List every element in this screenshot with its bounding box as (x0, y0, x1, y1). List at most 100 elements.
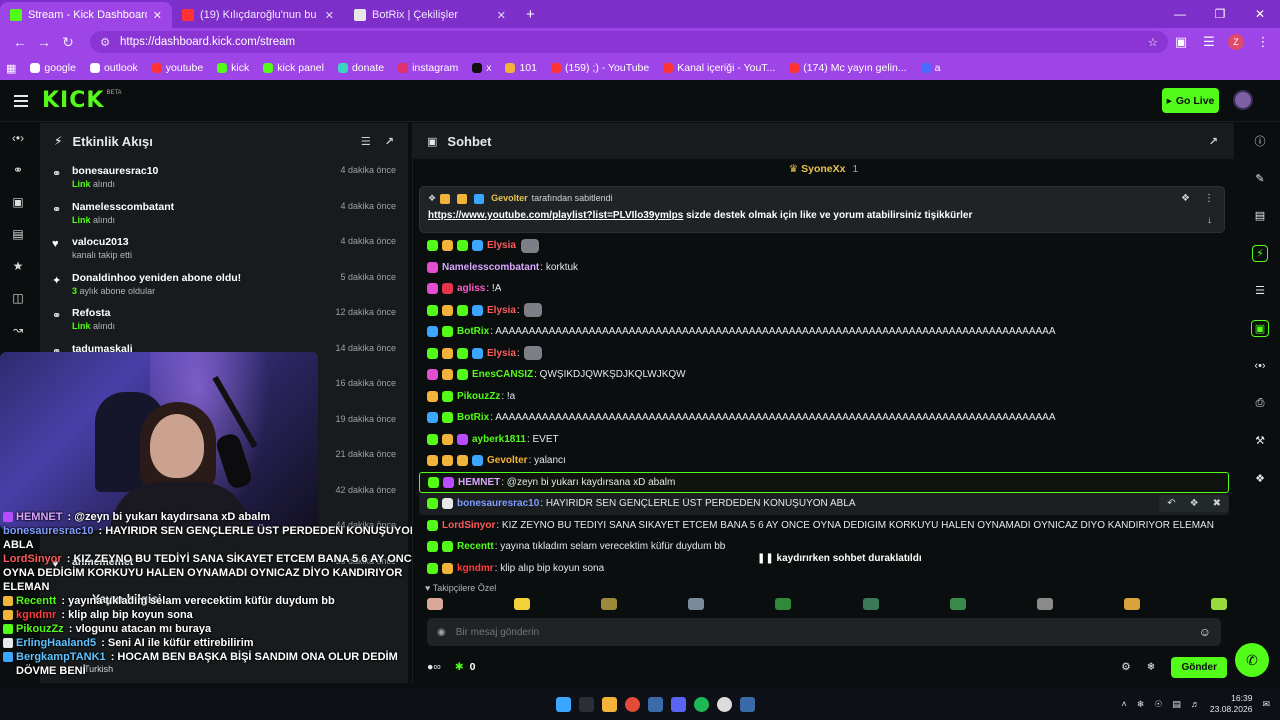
media-icon[interactable]: ☰ (1200, 34, 1218, 50)
emote-icon[interactable] (775, 598, 792, 610)
top-viewer[interactable]: ♛ SyoneXx 1 (413, 159, 1234, 179)
tools-icon[interactable]: ⚒ (1240, 422, 1280, 460)
tab-close-icon[interactable]: ✕ (325, 9, 334, 22)
window-nav-icon[interactable]: ▣ (0, 186, 36, 218)
chat-username[interactable]: agliss (457, 283, 485, 294)
chat-username[interactable]: Namelesscombatant (442, 262, 539, 273)
info-icon[interactable]: ⓘ (1240, 122, 1280, 160)
bookmark-item[interactable]: kick panel (263, 62, 324, 74)
browser-tab[interactable]: Stream - Kick Dashboard ✕ (0, 2, 172, 28)
file-explorer-icon[interactable] (602, 696, 617, 712)
emote-icon[interactable] (1123, 598, 1140, 610)
browser-menu-icon[interactable]: ⋮ (1254, 34, 1272, 50)
emote-icon[interactable] (427, 598, 443, 610)
chat-username[interactable]: Elysia (487, 240, 516, 251)
chat-username[interactable]: Elysia (487, 305, 516, 316)
chat-username[interactable]: Recentt (457, 541, 494, 552)
chat-username[interactable]: EnesCANSIZ (472, 369, 533, 380)
chat-message[interactable]: LordSinyor: KIZ ZEYNO BU TEDİYİ SANA SİK… (419, 515, 1229, 537)
reload-icon[interactable]: ↻ (56, 34, 80, 51)
chat-username[interactable]: LordSinyor (442, 520, 495, 531)
discord-icon[interactable] (671, 696, 686, 712)
pin-icon[interactable]: ❖ (1190, 498, 1199, 509)
activity-item[interactable]: ⚭ Namelesscombatant Link alındı 4 dakika ön… (40, 195, 408, 231)
printer-icon[interactable]: ⎙ (1240, 385, 1280, 423)
support-chat-icon[interactable]: ✆ (1235, 643, 1269, 677)
chat-message[interactable]: HEMNET: @zeyn bi yukarı kaydırsana xD ab… (419, 471, 1229, 493)
activity-item[interactable]: ✦ Donaldinhoo yeniden abone oldu! 3 aylık … (40, 266, 408, 302)
steam-icon[interactable] (648, 696, 663, 712)
emote-icon[interactable] (688, 598, 705, 610)
filter-icon[interactable]: ☰ (361, 135, 371, 148)
network-icon[interactable]: ▤ (1172, 699, 1181, 710)
chat-paused-notice[interactable]: ❚❚ kaydırırken sohbet duraklatıldı (751, 551, 928, 566)
bookmark-item[interactable]: outlook (89, 62, 138, 74)
chat-popout-icon[interactable]: ↗ (1209, 135, 1218, 148)
chat-message-input[interactable] (455, 626, 1156, 638)
chat-username[interactable]: HEMNET (458, 477, 500, 488)
chat-message[interactable]: Elysia (419, 235, 1229, 257)
task-view-icon[interactable] (579, 696, 594, 712)
emoji-picker-icon[interactable]: ☺ (1199, 625, 1211, 639)
emote-icon[interactable] (1210, 598, 1227, 610)
extensions-icon[interactable]: ▣ (1172, 34, 1190, 50)
chrome-icon[interactable] (625, 696, 640, 712)
chat-toggle-icon[interactable]: ▣ (1240, 310, 1280, 348)
link-nav-icon[interactable]: ⚭ (0, 154, 36, 186)
browser-tab[interactable]: (19) Kılıçdaroğlu'nun bu videos ✕ (172, 2, 344, 28)
chat-username[interactable]: Elysia (487, 348, 516, 359)
tab-close-icon[interactable]: ✕ (497, 9, 506, 22)
new-tab-icon[interactable]: + (526, 6, 535, 23)
chat-message[interactable]: Gevolter: yalancı (419, 450, 1229, 472)
chat-message[interactable]: EnesCANSIZ: QWŞİKDJQWKŞDJKQLWJKQW (419, 364, 1229, 386)
user-avatar[interactable] (1233, 90, 1253, 110)
obs-icon[interactable] (717, 696, 732, 712)
popout-icon[interactable]: ↗ (385, 135, 394, 148)
system-clock[interactable]: 16:39 23.08.2026 (1210, 693, 1253, 715)
chat-settings-icon[interactable]: ⚙ (1121, 661, 1130, 673)
chat-message[interactable]: BotRix: AAAAAAAAAAAAAAAAAAAAAAAAAAAAAAAA… (419, 321, 1229, 343)
start-icon[interactable] (556, 696, 571, 712)
chat-message[interactable]: PikouzZz: !a (419, 386, 1229, 408)
trophy-nav-icon[interactable]: ★ (0, 250, 36, 282)
chat-username[interactable]: ayberk1811 (472, 434, 526, 445)
activity-item[interactable]: ⚭ bonesauresrac10 Link alındı 4 dakika önce (40, 159, 408, 195)
bookmark-item[interactable]: youtube (151, 62, 203, 74)
volume-icon[interactable]: ♬ (1191, 699, 1200, 709)
minimize-icon[interactable]: — (1160, 7, 1200, 21)
expand-down-icon[interactable]: ↓ (1207, 215, 1212, 226)
unpin-icon[interactable]: ❖ (1181, 193, 1190, 204)
more-icon[interactable]: ⋮ (1204, 193, 1214, 204)
url-field[interactable]: ⚙ https://dashboard.kick.com/stream ☆ (90, 31, 1168, 53)
microphone-icon[interactable]: ☉ (1154, 699, 1162, 710)
tray-chevron-icon[interactable]: ˄ (1122, 699, 1127, 709)
pinned-author[interactable]: Gevolter (491, 193, 528, 203)
bookmark-item[interactable]: Kanal içeriği - YouT... (663, 62, 775, 74)
browser-tab[interactable]: BotRix | Çekilişler ✕ (344, 2, 516, 28)
chat-username[interactable]: PikouzZz (457, 391, 500, 402)
send-button[interactable]: Gönder (1171, 656, 1227, 678)
chat-username[interactable]: BotRix (457, 326, 489, 337)
back-icon[interactable]: ← (8, 34, 32, 50)
chat-message[interactable]: bonesauresrac10: HAYIRIDR SEN GENÇLERLE … (419, 493, 1229, 515)
bookmark-item[interactable]: a (920, 62, 940, 74)
bookmark-item[interactable]: kick (217, 62, 249, 74)
stats-nav-icon[interactable]: ↝ (0, 314, 36, 346)
broadcast-nav-icon[interactable]: ‹•› (0, 122, 36, 154)
profile-avatar[interactable]: Z (1228, 34, 1244, 50)
points-display[interactable]: ✱ 0 (455, 661, 476, 673)
tab-close-icon[interactable]: ✕ (153, 9, 162, 22)
chat-message[interactable]: Elysia: (419, 343, 1229, 365)
emote-icon[interactable] (1036, 598, 1053, 610)
emote-icon[interactable] (949, 598, 966, 610)
hamburger-menu-icon[interactable] (14, 92, 28, 110)
chat-message[interactable]: Elysia: (419, 300, 1229, 322)
chat-username[interactable]: kgndmr (457, 563, 494, 574)
activity-toggle-icon[interactable]: ⚡ (1240, 235, 1280, 273)
bookmark-item[interactable]: x (472, 62, 491, 74)
chat-message[interactable]: agliss: !A (419, 278, 1229, 300)
edit-icon[interactable]: ✎ (1240, 160, 1280, 198)
forward-icon[interactable]: → (32, 34, 56, 50)
analytics-nav-icon[interactable]: ▤ (0, 218, 36, 250)
bookmark-star-icon[interactable]: ☆ (1148, 35, 1158, 49)
